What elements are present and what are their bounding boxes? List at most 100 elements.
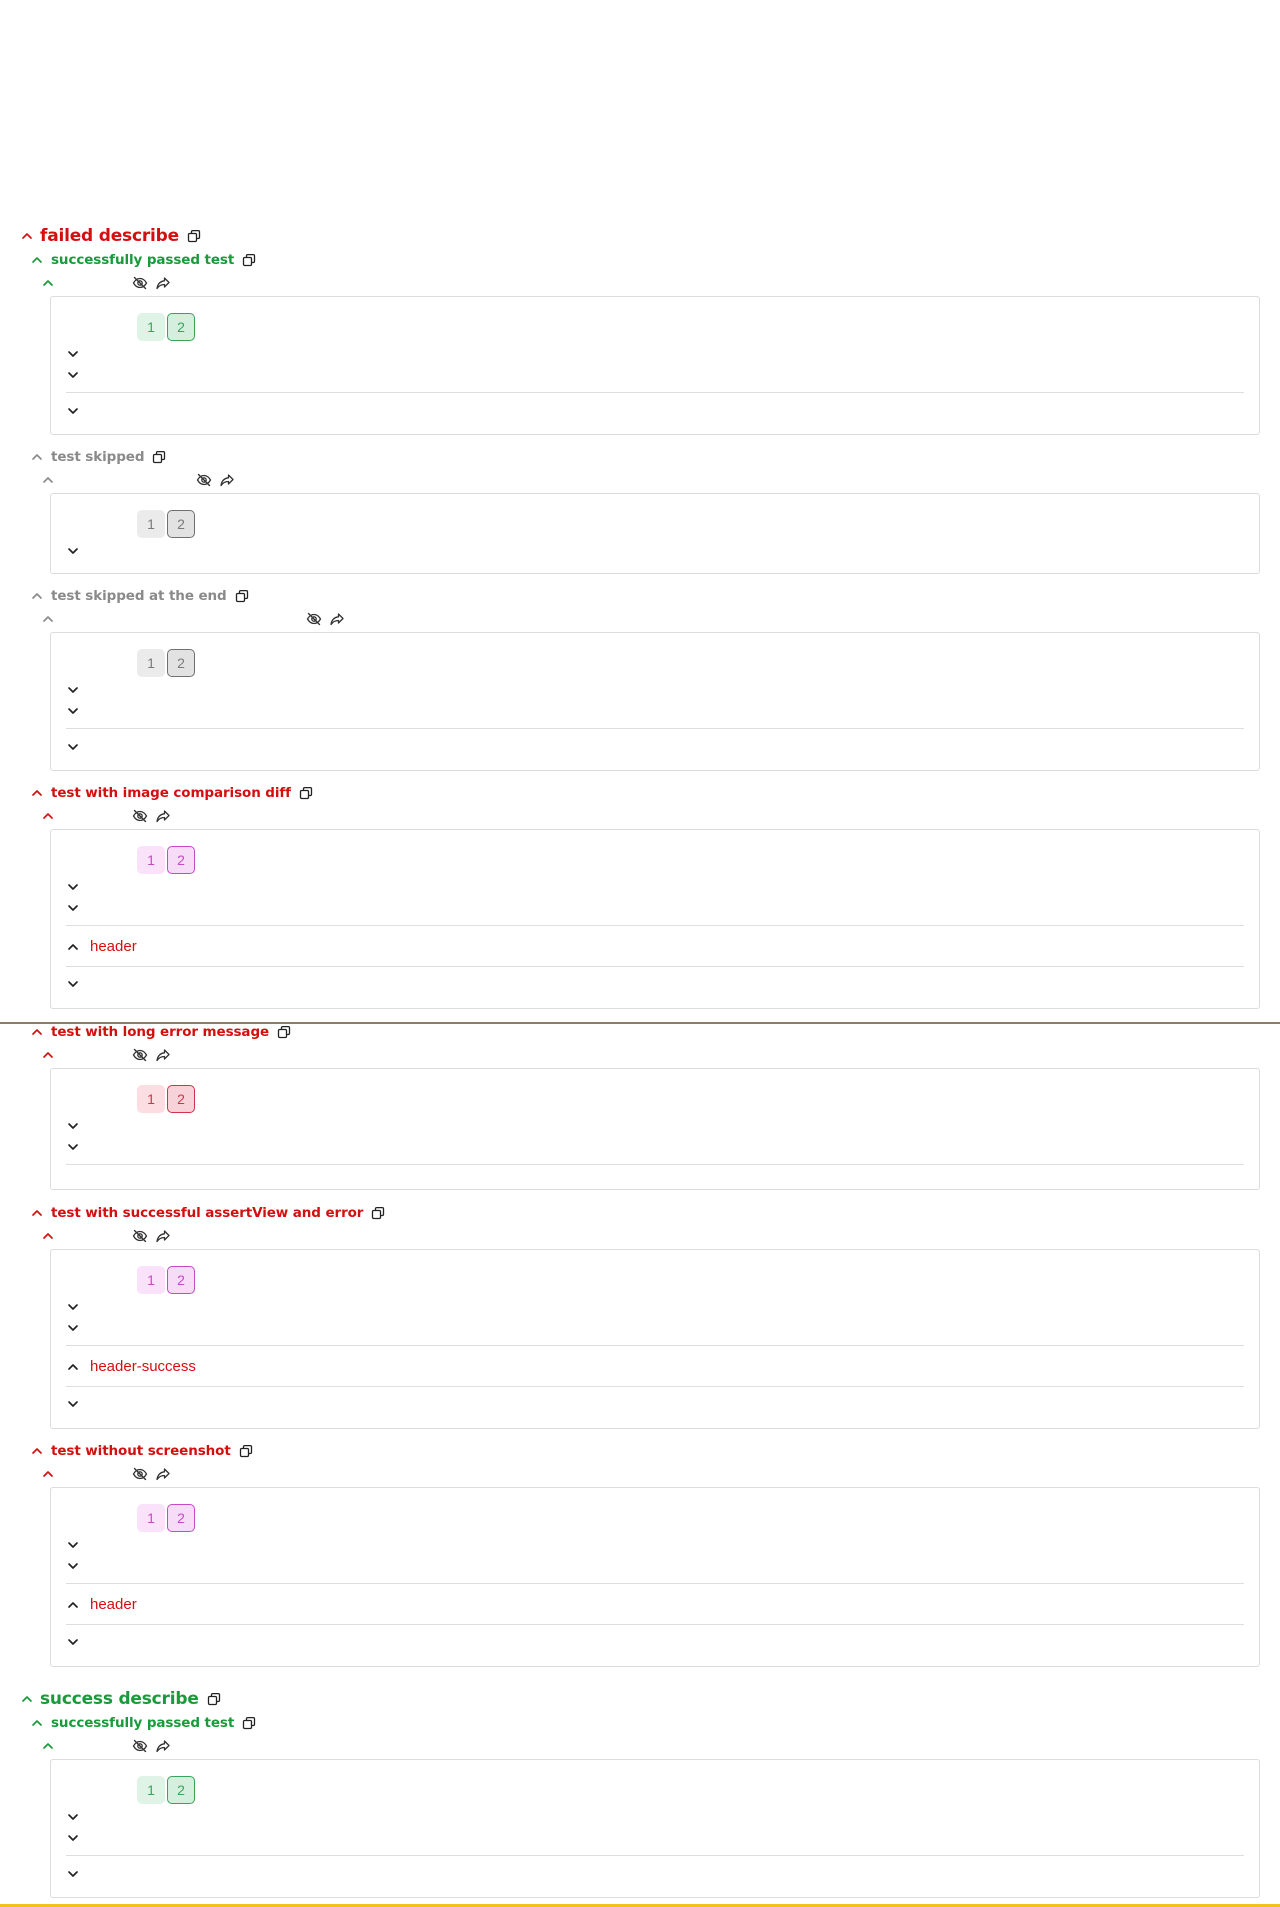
test-title: test without screenshot <box>51 1443 231 1459</box>
section-toggle[interactable] <box>66 1831 80 1845</box>
attempt-tabs: 1 2 <box>137 649 195 677</box>
attempt-tab[interactable]: 1 <box>137 1085 165 1113</box>
browser-toggle[interactable] <box>41 612 55 626</box>
eye-off-icon[interactable] <box>132 1228 148 1244</box>
share-icon[interactable] <box>155 1047 171 1063</box>
section-toggle[interactable] <box>66 404 80 418</box>
chevron-up-icon <box>41 1048 55 1062</box>
copy-icon[interactable] <box>187 229 201 243</box>
share-icon[interactable] <box>155 1228 171 1244</box>
chevron-down-icon <box>66 1300 80 1314</box>
section-toggle[interactable] <box>66 683 80 697</box>
attempt-tab-selected[interactable]: 2 <box>167 1776 195 1804</box>
share-icon[interactable] <box>155 1466 171 1482</box>
attempt-tab-selected[interactable]: 2 <box>167 313 195 341</box>
share-icon[interactable] <box>329 611 345 627</box>
chevron-down-icon <box>66 1810 80 1824</box>
chevron-up-icon <box>41 612 55 626</box>
browser-toggle[interactable] <box>41 1048 55 1062</box>
copy-icon[interactable] <box>207 1692 221 1706</box>
eye-off-icon[interactable] <box>132 808 148 824</box>
describe-header-failed[interactable]: failed describe <box>20 226 201 246</box>
section-toggle[interactable] <box>66 977 80 991</box>
attempt-tab[interactable]: 1 <box>137 1504 165 1532</box>
section-toggle[interactable] <box>66 1559 80 1573</box>
attempt-tab[interactable]: 1 <box>137 313 165 341</box>
section-toggle[interactable] <box>66 740 80 754</box>
state-header[interactable]: header <box>66 938 137 955</box>
section-toggle[interactable] <box>66 1397 80 1411</box>
share-icon[interactable] <box>219 472 235 488</box>
section-toggle[interactable] <box>66 880 80 894</box>
chevron-down-icon <box>66 1831 80 1845</box>
result-card: 1 2 <box>50 1068 1260 1190</box>
attempt-tab-selected[interactable]: 2 <box>167 510 195 538</box>
attempt-tab[interactable]: 1 <box>137 1776 165 1804</box>
state-header[interactable]: header <box>66 1596 137 1613</box>
divider <box>66 1345 1244 1346</box>
test-header[interactable]: test skipped <box>30 449 166 465</box>
test-header[interactable]: successfully passed test <box>30 1715 256 1731</box>
chevron-up-icon <box>41 1229 55 1243</box>
attempt-tab[interactable]: 1 <box>137 649 165 677</box>
attempt-tab-selected[interactable]: 2 <box>167 1266 195 1294</box>
attempt-tab[interactable]: 1 <box>137 510 165 538</box>
chevron-down-icon <box>66 1867 80 1881</box>
section-toggle[interactable] <box>66 1140 80 1154</box>
attempt-tab-selected[interactable]: 2 <box>167 1085 195 1113</box>
browser-toggle[interactable] <box>41 473 55 487</box>
state-header[interactable]: header-success <box>66 1358 196 1375</box>
eye-off-icon[interactable] <box>132 275 148 291</box>
section-toggle[interactable] <box>66 704 80 718</box>
eye-off-icon[interactable] <box>132 1047 148 1063</box>
attempt-tab-selected[interactable]: 2 <box>167 1504 195 1532</box>
share-icon[interactable] <box>155 275 171 291</box>
test-header[interactable]: test with successful assertView and erro… <box>30 1205 385 1221</box>
section-toggle[interactable] <box>66 1867 80 1881</box>
browser-toggle[interactable] <box>41 1739 55 1753</box>
describe-header-success[interactable]: success describe <box>20 1689 221 1709</box>
copy-icon[interactable] <box>277 1025 291 1039</box>
eye-off-icon[interactable] <box>132 1738 148 1754</box>
test-title: test with long error message <box>51 1024 270 1040</box>
eye-off-icon[interactable] <box>306 611 322 627</box>
section-toggle[interactable] <box>66 901 80 915</box>
eye-off-icon[interactable] <box>196 472 212 488</box>
section-toggle[interactable] <box>66 368 80 382</box>
copy-icon[interactable] <box>239 1444 253 1458</box>
test-header[interactable]: test without screenshot <box>30 1443 253 1459</box>
test-header[interactable]: test skipped at the end <box>30 588 249 604</box>
test-header[interactable]: successfully passed test <box>30 252 256 268</box>
section-toggle[interactable] <box>66 1119 80 1133</box>
copy-icon[interactable] <box>152 450 166 464</box>
copy-icon[interactable] <box>242 1716 256 1730</box>
section-toggle[interactable] <box>66 1635 80 1649</box>
browser-toggle[interactable] <box>41 276 55 290</box>
browser-toggle[interactable] <box>41 1229 55 1243</box>
browser-toggle[interactable] <box>41 809 55 823</box>
share-icon[interactable] <box>155 808 171 824</box>
attempt-tab[interactable]: 1 <box>137 846 165 874</box>
section-toggle[interactable] <box>66 1810 80 1824</box>
section-toggle[interactable] <box>66 1300 80 1314</box>
section-toggle[interactable] <box>66 544 80 558</box>
attempt-tabs: 1 2 <box>137 313 195 341</box>
share-icon[interactable] <box>155 1738 171 1754</box>
test-header[interactable]: test with image comparison diff <box>30 785 313 801</box>
section-toggle[interactable] <box>66 1321 80 1335</box>
browser-toggle[interactable] <box>41 1467 55 1481</box>
attempt-tab[interactable]: 1 <box>137 1266 165 1294</box>
section-toggle[interactable] <box>66 347 80 361</box>
chevron-up-icon <box>66 1598 80 1612</box>
copy-icon[interactable] <box>235 589 249 603</box>
eye-off-icon[interactable] <box>132 1466 148 1482</box>
copy-icon[interactable] <box>371 1206 385 1220</box>
result-card: 1 2 <box>50 632 1260 771</box>
attempt-tab-selected[interactable]: 2 <box>167 649 195 677</box>
divider <box>66 1164 1244 1165</box>
attempt-tab-selected[interactable]: 2 <box>167 846 195 874</box>
test-header[interactable]: test with long error message <box>30 1024 291 1040</box>
section-toggle[interactable] <box>66 1538 80 1552</box>
copy-icon[interactable] <box>242 253 256 267</box>
copy-icon[interactable] <box>299 786 313 800</box>
